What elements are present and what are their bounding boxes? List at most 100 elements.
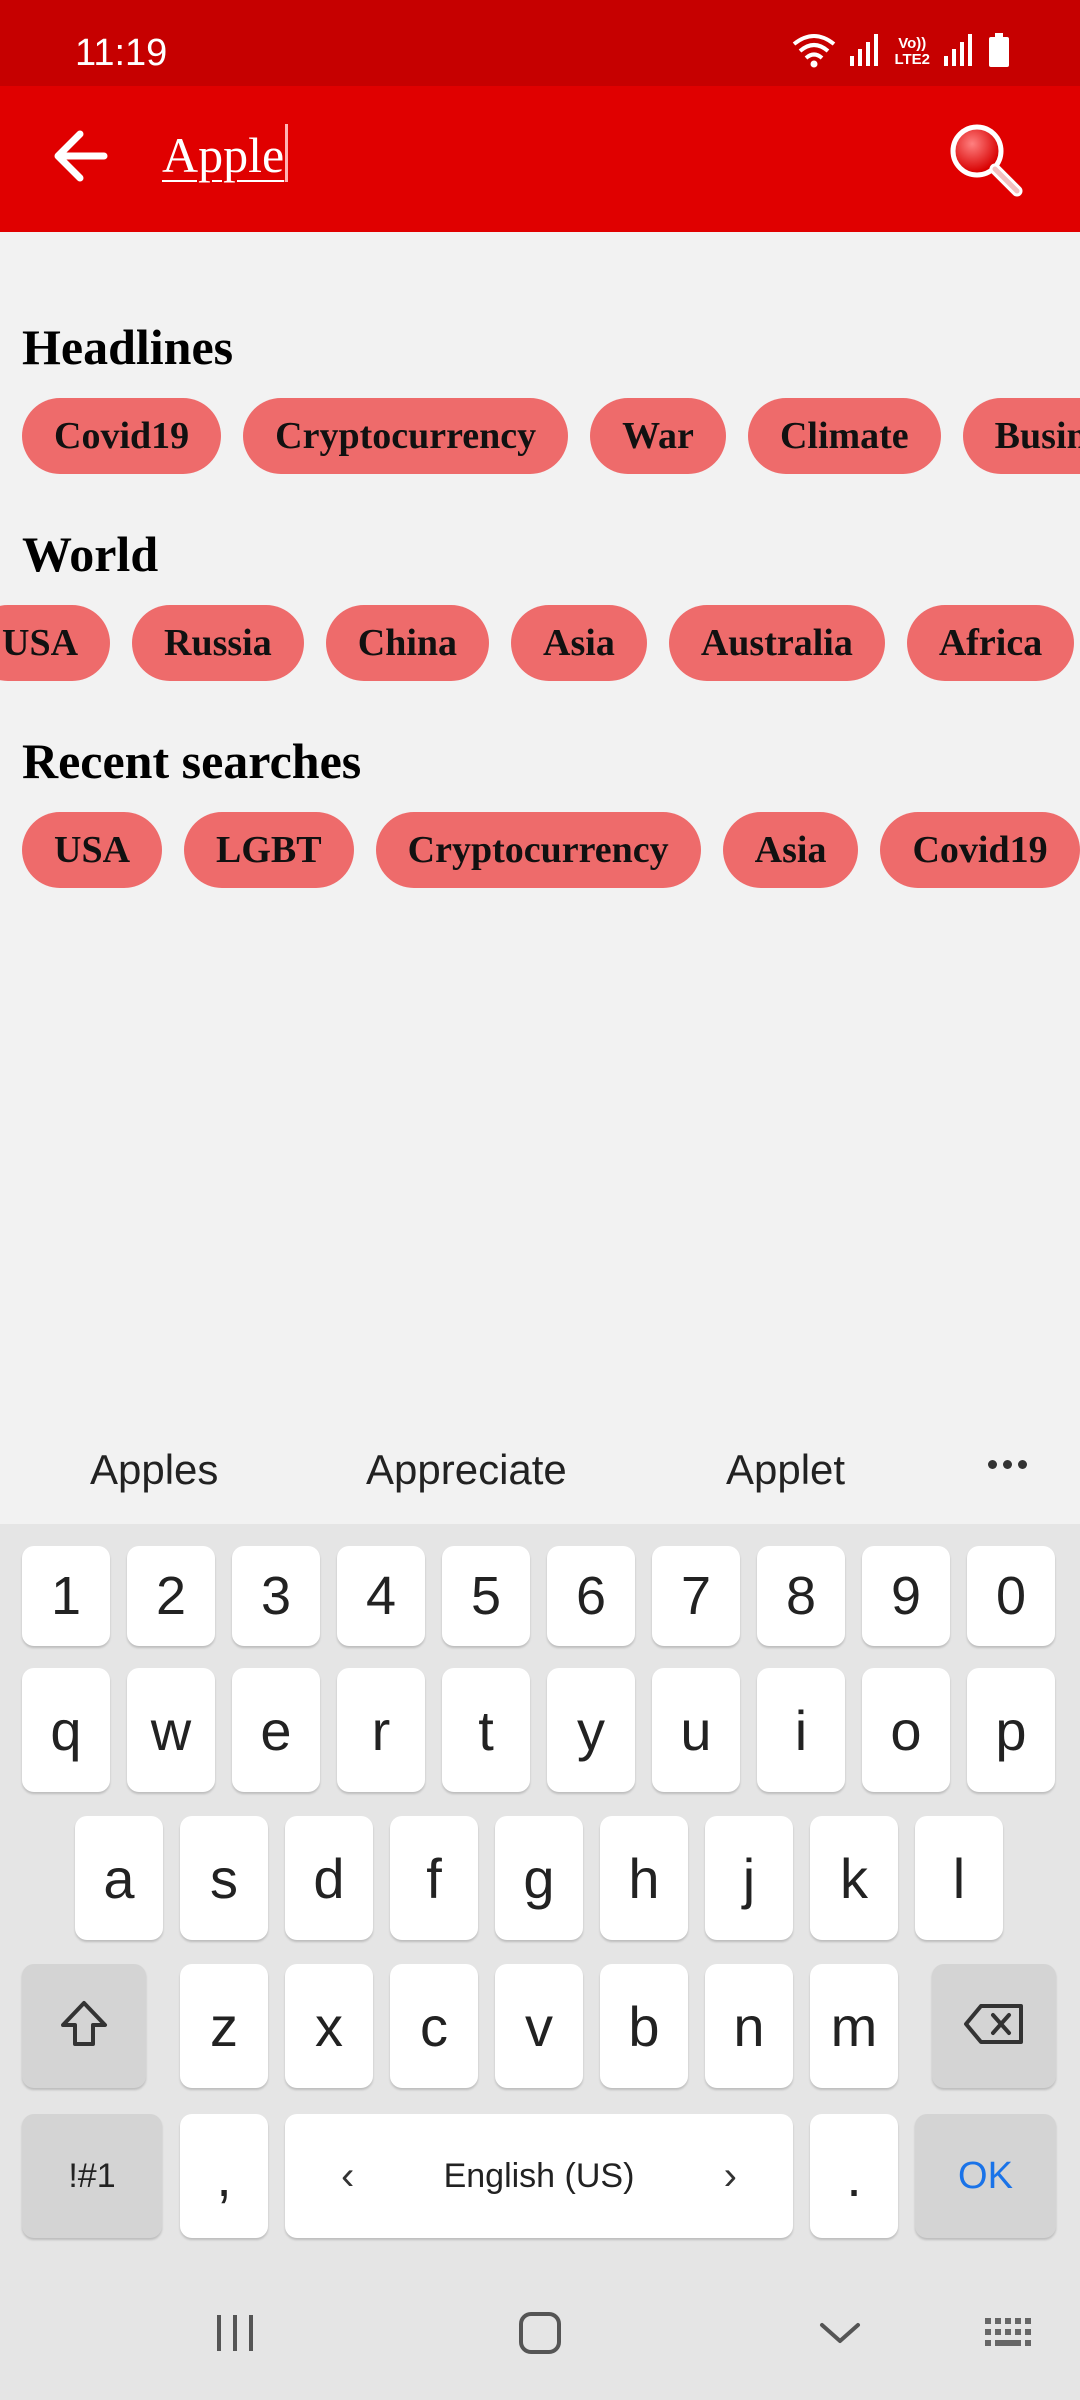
section-title-recent-searches: Recent searches <box>22 733 362 789</box>
battery-icon <box>988 32 1010 72</box>
key[interactable]: d <box>285 1816 373 1940</box>
key[interactable]: r <box>337 1668 425 1792</box>
signal-icon <box>944 33 974 71</box>
search-button[interactable] <box>940 116 1030 206</box>
chip[interactable]: Covid19 <box>22 398 222 474</box>
ok-key[interactable]: OK <box>915 2114 1056 2238</box>
chip-row-world[interactable]: USA Russia China Asia Australia Africa <box>0 605 1080 683</box>
chevron-right-icon: › <box>723 2153 737 2198</box>
key[interactable]: 2 <box>127 1546 215 1646</box>
key[interactable]: v <box>495 1964 583 2088</box>
chip[interactable]: Climate <box>747 398 941 474</box>
key[interactable]: s <box>180 1816 268 1940</box>
key[interactable]: 1 <box>22 1546 110 1646</box>
wifi-icon <box>792 32 836 73</box>
key[interactable]: o <box>862 1668 950 1792</box>
chip[interactable]: Russia <box>132 605 304 681</box>
chip-row-recent-searches[interactable]: USA LGBT Cryptocurrency Asia Covid19 <box>0 812 1080 890</box>
volte-indicator: Vo)) LTE2 <box>894 35 930 68</box>
key[interactable]: 6 <box>547 1546 635 1646</box>
chip[interactable]: Cryptocurrency <box>243 398 569 474</box>
period-key[interactable]: . <box>810 2114 898 2238</box>
chip[interactable]: USA <box>0 605 111 681</box>
chip[interactable]: Covid19 <box>880 812 1080 888</box>
search-app-bar: Apple <box>0 86 1080 232</box>
key[interactable]: i <box>757 1668 845 1792</box>
keyboard-icon <box>983 2316 1037 2355</box>
key[interactable]: j <box>705 1816 793 1940</box>
chip[interactable]: Cryptocurrency <box>375 812 701 888</box>
section-title-headlines: Headlines <box>22 319 234 375</box>
status-icons: Vo)) LTE2 <box>792 28 1010 76</box>
key[interactable]: p <box>967 1668 1055 1792</box>
suggestion-strip: Apples Appreciate Applet <box>0 1418 1080 1524</box>
text-cursor <box>285 124 289 182</box>
key[interactable]: 3 <box>232 1546 320 1646</box>
key[interactable]: b <box>600 1964 688 2088</box>
recents-icon <box>213 2313 257 2358</box>
key[interactable]: 4 <box>337 1546 425 1646</box>
suggestion-item[interactable]: Applet <box>726 1446 845 1494</box>
recents-button[interactable] <box>205 2300 265 2370</box>
keyboard-switch-button[interactable] <box>980 2300 1040 2370</box>
key[interactable]: g <box>495 1816 583 1940</box>
status-time: 11:19 <box>75 32 168 74</box>
keyboard: 1 2 3 4 5 6 7 8 9 0 q w e r t y u i o p … <box>0 1524 1080 2400</box>
chip[interactable]: Africa <box>906 605 1075 681</box>
chip[interactable]: Australia <box>668 605 885 681</box>
signal-icon <box>850 33 880 71</box>
key[interactable]: k <box>810 1816 898 1940</box>
section-title-world: World <box>22 526 159 582</box>
key[interactable]: m <box>810 1964 898 2088</box>
backspace-key[interactable] <box>932 1964 1056 2088</box>
suggestion-item[interactable]: Appreciate <box>366 1446 567 1494</box>
key[interactable]: x <box>285 1964 373 2088</box>
suggestion-item[interactable]: Apples <box>90 1446 218 1494</box>
key[interactable]: w <box>127 1668 215 1792</box>
key[interactable]: 5 <box>442 1546 530 1646</box>
key[interactable]: n <box>705 1964 793 2088</box>
hide-keyboard-button[interactable] <box>805 2300 875 2370</box>
key[interactable]: y <box>547 1668 635 1792</box>
chip[interactable]: USA <box>22 812 163 888</box>
shift-key[interactable] <box>22 1964 146 2088</box>
chip[interactable]: China <box>325 605 490 681</box>
key[interactable]: e <box>232 1668 320 1792</box>
key[interactable]: f <box>390 1816 478 1940</box>
shift-icon <box>58 1998 110 2055</box>
chip-row-headlines[interactable]: Covid19 Cryptocurrency War Climate Busin… <box>0 398 1080 476</box>
key[interactable]: a <box>75 1816 163 1940</box>
back-button[interactable] <box>40 118 120 198</box>
key[interactable]: l <box>915 1816 1003 1940</box>
search-query: Apple <box>162 127 285 183</box>
key[interactable]: h <box>600 1816 688 1940</box>
comma-key[interactable]: , <box>180 2114 268 2238</box>
search-icon <box>945 119 1025 204</box>
space-key[interactable]: ‹ English (US) › <box>285 2114 793 2238</box>
key[interactable]: t <box>442 1668 530 1792</box>
key[interactable]: c <box>390 1964 478 2088</box>
key[interactable]: 9 <box>862 1546 950 1646</box>
navigation-bar <box>0 2270 1080 2400</box>
more-suggestions-button[interactable] <box>988 1460 1027 1469</box>
home-button[interactable] <box>505 2300 575 2370</box>
key[interactable]: 7 <box>652 1546 740 1646</box>
home-icon <box>518 2311 562 2360</box>
key[interactable]: u <box>652 1668 740 1792</box>
backspace-icon <box>963 2003 1025 2050</box>
search-input[interactable]: Apple <box>162 124 289 184</box>
back-arrow-icon <box>52 130 108 187</box>
hide-keyboard-icon <box>818 2319 862 2352</box>
key[interactable]: 0 <box>967 1546 1055 1646</box>
status-bar: 11:19 Vo)) LTE2 <box>0 0 1080 86</box>
chip[interactable]: LGBT <box>184 812 354 888</box>
key[interactable]: z <box>180 1964 268 2088</box>
chevron-left-icon: ‹ <box>341 2153 355 2198</box>
chip[interactable]: Asia <box>511 605 647 681</box>
chip[interactable]: War <box>590 398 726 474</box>
key[interactable]: q <box>22 1668 110 1792</box>
chip[interactable]: Asia <box>722 812 859 888</box>
symbols-key[interactable]: !#1 <box>22 2114 162 2238</box>
chip[interactable]: Business <box>962 398 1080 474</box>
key[interactable]: 8 <box>757 1546 845 1646</box>
